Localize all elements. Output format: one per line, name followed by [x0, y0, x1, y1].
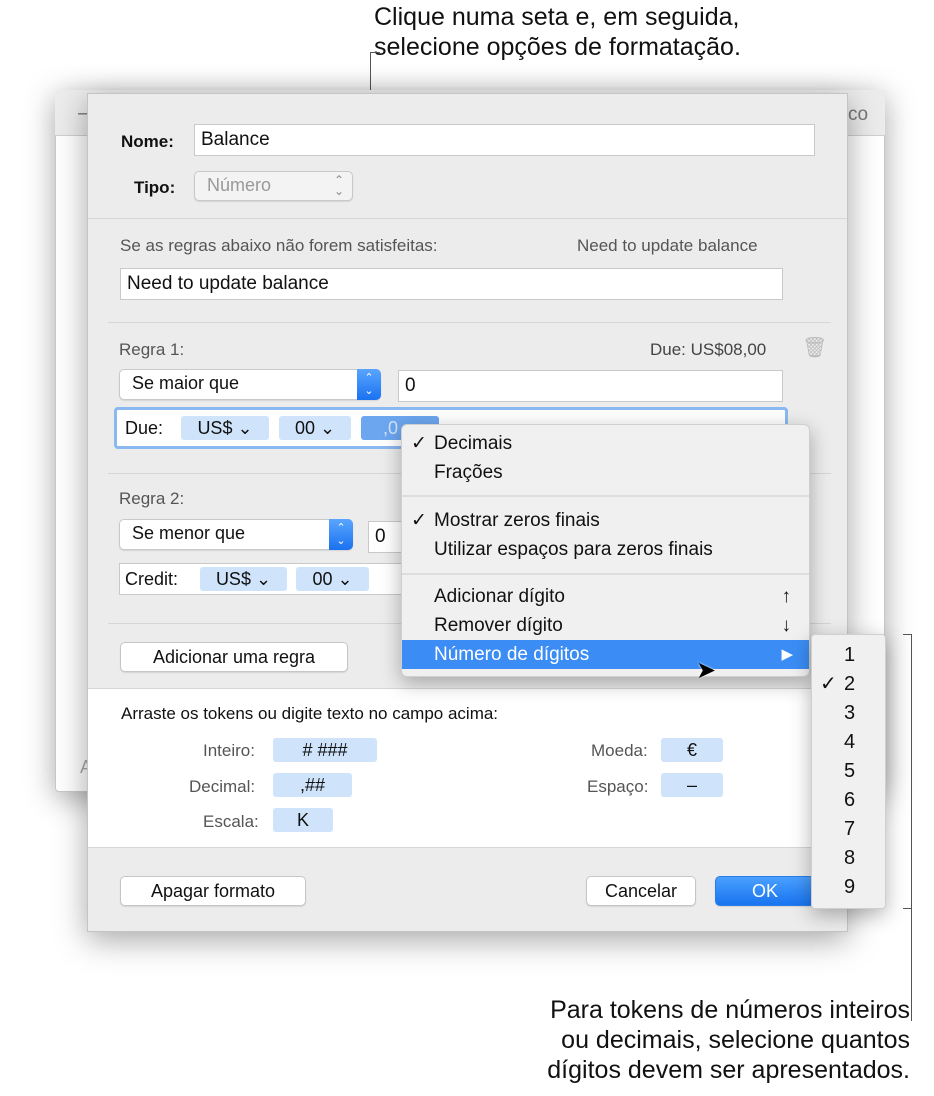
checkmark-icon: ✓	[411, 510, 427, 531]
callout-line: Clique numa seta e, em seguida,	[374, 3, 740, 31]
scale-label: Escala:	[203, 812, 259, 831]
decimal-label: Decimal:	[189, 777, 256, 796]
token-integer[interactable]: 00 ⌄	[279, 416, 351, 440]
submenu-item-digits[interactable]: 8	[812, 844, 885, 873]
menu-item-remover-digito[interactable]: Remover dígito ↓	[402, 611, 809, 640]
tokens-hint: Arraste os tokens ou digite texto no cam…	[121, 704, 499, 723]
bg-partial-text: co	[848, 104, 869, 125]
decimal-options-menu: ✓ Decimais Frações ✓ Mostrar zeros finais …	[401, 424, 810, 677]
arrow-down-icon: ↓	[781, 615, 792, 636]
submenu-item-digits[interactable]: 1	[812, 641, 885, 670]
callout-line: dígitos devem ser apresentados.	[547, 1056, 910, 1084]
menu-item-adicionar-digito[interactable]: Adicionar dígito ↑	[402, 582, 809, 611]
checkmark-icon: ✓	[411, 433, 427, 454]
menu-item-numero-digitos[interactable]: Número de dígitos ▶	[402, 640, 809, 669]
decimal-token[interactable]: ,##	[273, 773, 352, 797]
menu-item-decimais[interactable]: ✓ Decimais	[402, 429, 809, 458]
integer-label: Inteiro:	[203, 741, 255, 760]
rule1-condition: Se maior que	[132, 373, 240, 393]
unmet-label: Se as regras abaixo não forem satisfeita…	[120, 236, 438, 255]
integer-token[interactable]: # ###	[273, 738, 377, 762]
callout-bottom: Para tokens de números inteiros ou decim…	[547, 995, 910, 1085]
rule1-value-input[interactable]: 0	[398, 370, 783, 402]
submenu-item-digits[interactable]: 5	[812, 757, 885, 786]
token-currency[interactable]: US$ ⌄	[181, 416, 269, 440]
rule1-preview: Due: US$08,00	[650, 340, 767, 359]
callout-leader-top-hook	[370, 52, 380, 53]
callout-top: Clique numa seta e, em seguida, selecion…	[374, 2, 741, 62]
rule1-condition-select[interactable]: Se maior que ⌃ ⌄	[119, 369, 381, 400]
space-token[interactable]: –	[661, 773, 723, 797]
rule2-label: Regra 2:	[119, 489, 185, 508]
token-currency[interactable]: US$ ⌄	[200, 567, 287, 591]
name-input[interactable]: Balance	[194, 124, 815, 156]
rule2-prefix: Credit:	[125, 569, 179, 589]
stepper-arrows-icon[interactable]: ⌃ ⌄	[329, 519, 353, 550]
stepper-arrows-icon[interactable]: ⌃ ⌄	[357, 369, 381, 400]
callout-line: selecione opções de formatação.	[374, 33, 741, 61]
add-rule-button[interactable]: Adicionar uma regra	[120, 642, 348, 672]
digits-submenu: 1 ✓ 2 3 4 5 6 7 8 9	[811, 634, 886, 909]
arrow-up-icon: ↑	[781, 586, 792, 607]
submenu-item-digits[interactable]: 4	[812, 728, 885, 757]
unmet-input[interactable]: Need to update balance	[120, 268, 783, 300]
type-select[interactable]: Número ⌃ ⌄	[194, 171, 353, 201]
menu-item-mostrar-zeros[interactable]: ✓ Mostrar zeros finais	[402, 506, 809, 535]
checkmark-icon: ✓	[820, 673, 837, 695]
cancel-button[interactable]: Cancelar	[586, 876, 696, 906]
rule2-condition: Se menor que	[132, 523, 246, 543]
currency-label: Moeda:	[591, 741, 648, 760]
type-label: Tipo:	[134, 178, 176, 197]
type-value: Número	[207, 175, 272, 195]
menu-item-espacos-zeros[interactable]: Utilizar espaços para zeros finais	[402, 535, 809, 564]
unmet-preview: Need to update balance	[577, 236, 758, 255]
submenu-item-digits[interactable]: 9	[812, 873, 885, 902]
callout-line: ou decimais, selecione quantos	[561, 1026, 910, 1054]
ok-button[interactable]: OK	[715, 876, 815, 906]
updown-icon: ⌃ ⌄	[333, 173, 344, 198]
trash-icon[interactable]: 🗑	[802, 335, 827, 360]
currency-token[interactable]: €	[661, 738, 723, 762]
mouse-cursor-icon: ➤	[696, 657, 717, 684]
name-label: Nome:	[121, 132, 174, 151]
rule1-label: Regra 1:	[119, 340, 185, 359]
scale-token[interactable]: K	[273, 808, 333, 832]
callout-line: Para tokens de números inteiros	[550, 996, 910, 1024]
submenu-item-digits[interactable]: 6	[812, 786, 885, 815]
submenu-item-digits[interactable]: 3	[812, 699, 885, 728]
submenu-item-digits[interactable]: 7	[812, 815, 885, 844]
rule2-condition-select[interactable]: Se menor que ⌃ ⌄	[119, 519, 353, 550]
callout-leader-bottom	[911, 771, 912, 1021]
menu-item-fracoes[interactable]: Frações	[402, 458, 809, 487]
submenu-arrow-icon: ▶	[781, 646, 793, 663]
token-integer[interactable]: 00 ⌄	[296, 567, 369, 591]
submenu-item-digits[interactable]: ✓ 2	[812, 670, 885, 699]
space-label: Espaço:	[587, 777, 649, 796]
clear-format-button[interactable]: Apagar formato	[120, 876, 306, 906]
rule1-prefix: Due:	[125, 418, 164, 438]
